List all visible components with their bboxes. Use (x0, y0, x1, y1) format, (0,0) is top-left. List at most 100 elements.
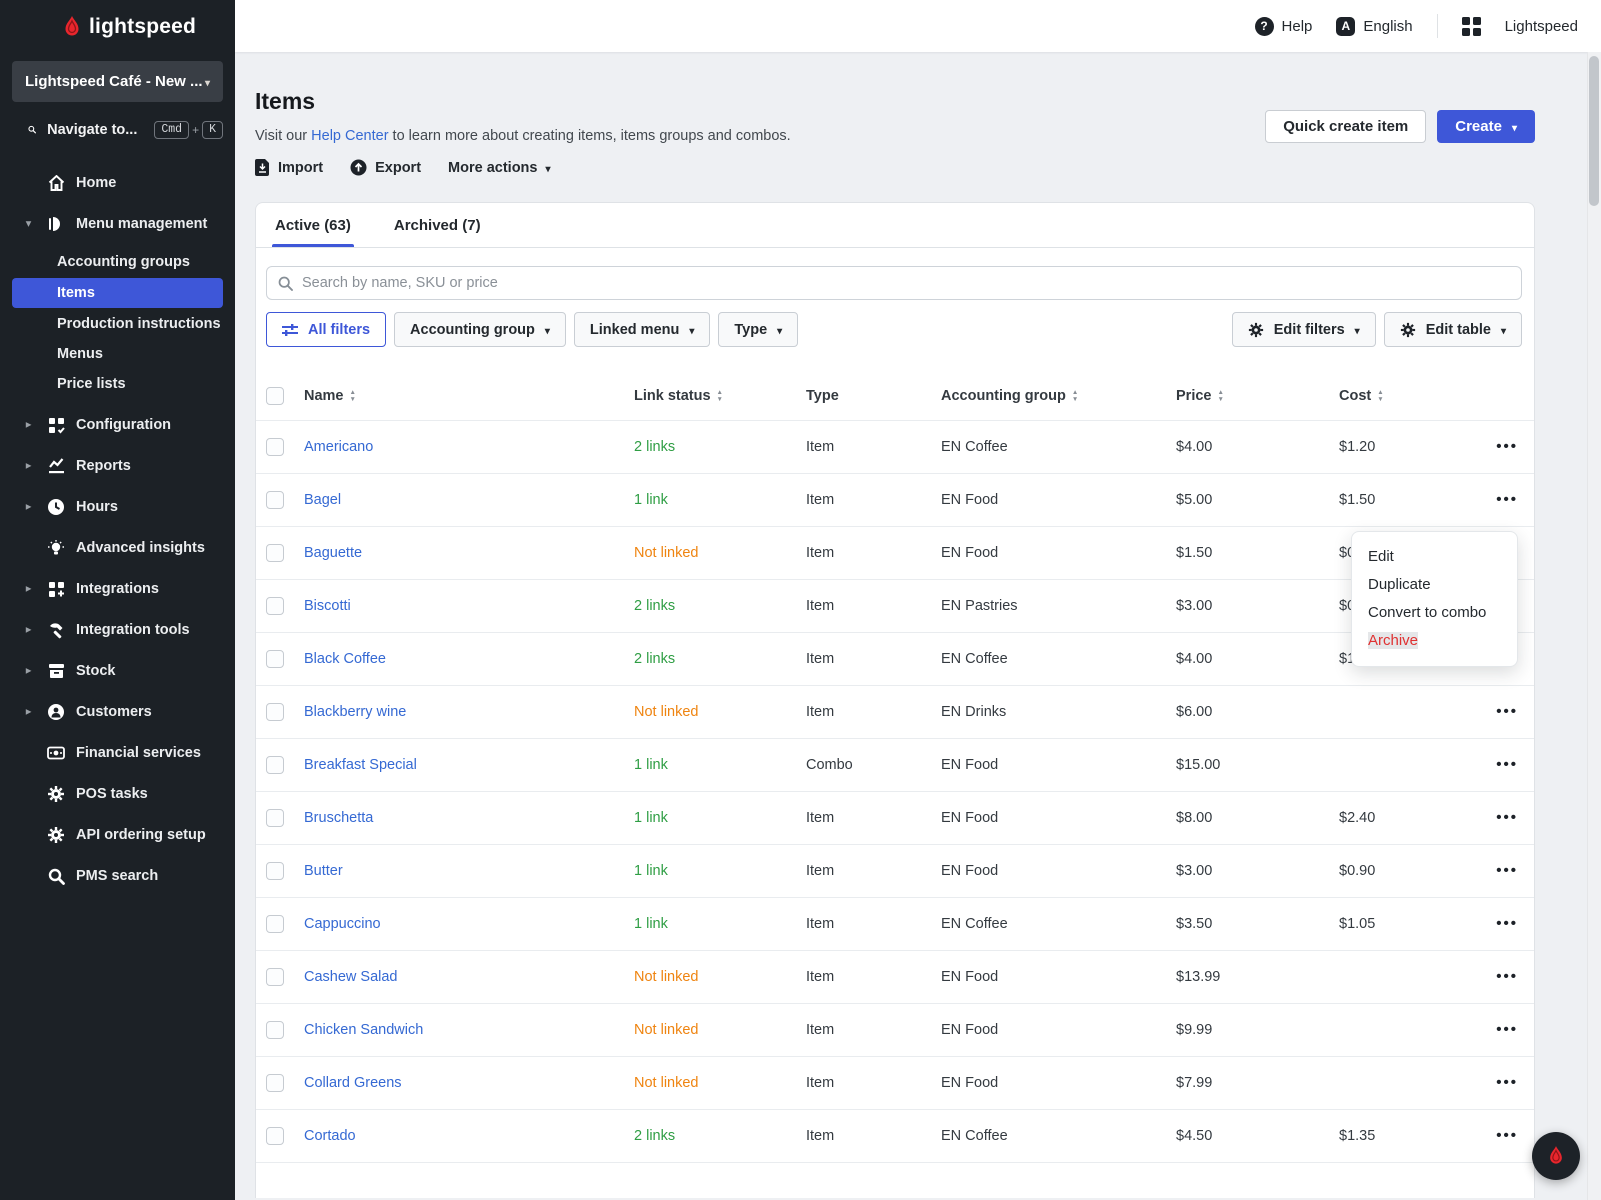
chevron-right-icon[interactable] (26, 625, 36, 636)
select-all-checkbox[interactable] (266, 387, 284, 405)
column-header-accounting-group[interactable]: Accounting group (941, 388, 1176, 404)
row-actions-menu-icon[interactable] (1496, 491, 1518, 508)
item-name-link[interactable]: Baguette (304, 545, 362, 561)
sidebar-item-stock[interactable]: Stock (0, 651, 235, 692)
row-checkbox[interactable] (266, 915, 284, 933)
row-actions-menu-icon[interactable] (1496, 1127, 1518, 1144)
sort-icon[interactable] (1072, 390, 1078, 402)
product-switcher[interactable]: Lightspeed (1505, 18, 1578, 35)
row-actions-menu-icon[interactable] (1496, 703, 1518, 720)
help-menu[interactable]: Help (1254, 16, 1312, 36)
item-name-link[interactable]: Collard Greens (304, 1075, 402, 1091)
row-checkbox[interactable] (266, 968, 284, 986)
chevron-right-icon[interactable] (26, 584, 36, 595)
navigate-search[interactable]: Navigate to... Cmd + K (0, 108, 235, 151)
row-checkbox[interactable] (266, 1127, 284, 1145)
sidebar-item-hours[interactable]: Hours (0, 487, 235, 528)
row-checkbox[interactable] (266, 1074, 284, 1092)
row-actions-menu-icon[interactable] (1496, 756, 1518, 773)
apps-grid-icon[interactable] (1461, 16, 1481, 36)
edit-filters-button[interactable]: Edit filters (1231, 312, 1376, 347)
chevron-right-icon[interactable] (26, 666, 36, 677)
tab-archived[interactable]: Archived (7) (391, 203, 484, 247)
context-menu-duplicate[interactable]: Duplicate (1352, 571, 1517, 599)
row-actions-menu-icon[interactable] (1496, 862, 1518, 879)
sidebar-item-price-lists[interactable]: Price lists (0, 369, 235, 399)
column-header-cost[interactable]: Cost (1339, 388, 1489, 404)
row-checkbox[interactable] (266, 597, 284, 615)
lightspeed-chat-fab[interactable] (1532, 1132, 1580, 1180)
item-name-link[interactable]: Americano (304, 439, 373, 455)
row-checkbox[interactable] (266, 809, 284, 827)
chevron-right-icon[interactable] (26, 461, 36, 472)
row-actions-menu-icon[interactable] (1496, 968, 1518, 985)
item-name-link[interactable]: Cortado (304, 1128, 356, 1144)
column-header-price[interactable]: Price (1176, 388, 1339, 404)
sidebar-item-customers[interactable]: Customers (0, 692, 235, 733)
row-actions-menu-icon[interactable] (1496, 438, 1518, 455)
column-header-link-status[interactable]: Link status (634, 388, 806, 404)
sidebar-item-production-instructions[interactable]: Production instructions (0, 309, 235, 339)
row-checkbox[interactable] (266, 491, 284, 509)
row-checkbox[interactable] (266, 703, 284, 721)
import-button[interactable]: Import (255, 159, 323, 176)
sort-icon[interactable] (717, 390, 723, 402)
sidebar-item-menus[interactable]: Menus (0, 339, 235, 369)
context-menu-archive[interactable]: Archive (1352, 627, 1517, 655)
scrollbar-track[interactable] (1587, 52, 1601, 1200)
edit-table-button[interactable]: Edit table (1383, 312, 1522, 347)
row-actions-menu-icon[interactable] (1496, 1021, 1518, 1038)
item-name-link[interactable]: Breakfast Special (304, 757, 417, 773)
chevron-right-icon[interactable] (26, 502, 36, 513)
row-checkbox[interactable] (266, 438, 284, 456)
row-checkbox[interactable] (266, 862, 284, 880)
all-filters-button[interactable]: All filters (266, 312, 387, 347)
help-center-link[interactable]: Help Center (311, 128, 388, 144)
tab-active[interactable]: Active (63) (272, 203, 354, 247)
sidebar-item-pos-tasks[interactable]: POS tasks (0, 774, 235, 815)
sort-icon[interactable] (1377, 390, 1383, 402)
chevron-right-icon[interactable] (26, 707, 36, 718)
search-input[interactable] (302, 275, 1510, 291)
sidebar-item-pms-search[interactable]: PMS search (0, 856, 235, 897)
context-menu-convert-to-combo[interactable]: Convert to combo (1352, 599, 1517, 627)
sidebar-item-integrations[interactable]: Integrations (0, 569, 235, 610)
more-actions-button[interactable]: More actions (448, 160, 550, 176)
sidebar-item-financial-services[interactable]: Financial services (0, 733, 235, 774)
language-menu[interactable]: English (1336, 16, 1413, 36)
location-selector[interactable]: Lightspeed Café - New ... (12, 61, 223, 102)
scrollbar-thumb[interactable] (1589, 56, 1599, 206)
item-name-link[interactable]: Butter (304, 863, 343, 879)
row-actions-menu-icon[interactable] (1496, 1074, 1518, 1091)
sidebar-item-home[interactable]: Home (0, 163, 235, 204)
row-actions-menu-icon[interactable] (1496, 809, 1518, 826)
item-name-link[interactable]: Bagel (304, 492, 341, 508)
sidebar-item-integration-tools[interactable]: Integration tools (0, 610, 235, 651)
type-filter[interactable]: Type (718, 312, 799, 347)
item-name-link[interactable]: Cashew Salad (304, 969, 398, 985)
item-name-link[interactable]: Cappuccino (304, 916, 381, 932)
sidebar-item-configuration[interactable]: Configuration (0, 405, 235, 446)
sidebar-item-accounting-groups[interactable]: Accounting groups (0, 247, 235, 277)
item-name-link[interactable]: Bruschetta (304, 810, 373, 826)
context-menu-edit[interactable]: Edit (1352, 543, 1517, 571)
quick-create-item-button[interactable]: Quick create item (1265, 110, 1427, 143)
row-actions-menu-icon[interactable] (1496, 915, 1518, 932)
chevron-down-icon[interactable] (26, 219, 36, 230)
sort-icon[interactable] (1217, 390, 1223, 402)
item-name-link[interactable]: Black Coffee (304, 651, 386, 667)
accounting-group-filter[interactable]: Accounting group (394, 312, 566, 347)
linked-menu-filter[interactable]: Linked menu (573, 312, 711, 347)
sidebar-item-advanced-insights[interactable]: Advanced insights (0, 528, 235, 569)
row-checkbox[interactable] (266, 544, 284, 562)
search-bar[interactable] (266, 266, 1522, 300)
sidebar-item-menu-management[interactable]: Menu management (0, 204, 235, 245)
column-header-name[interactable]: Name (304, 388, 634, 404)
row-checkbox[interactable] (266, 650, 284, 668)
create-button[interactable]: Create (1437, 110, 1535, 143)
item-name-link[interactable]: Biscotti (304, 598, 351, 614)
item-name-link[interactable]: Chicken Sandwich (304, 1022, 423, 1038)
row-checkbox[interactable] (266, 1021, 284, 1039)
sidebar-item-items[interactable]: Items (12, 277, 223, 308)
sidebar-item-api-ordering-setup[interactable]: API ordering setup (0, 815, 235, 856)
